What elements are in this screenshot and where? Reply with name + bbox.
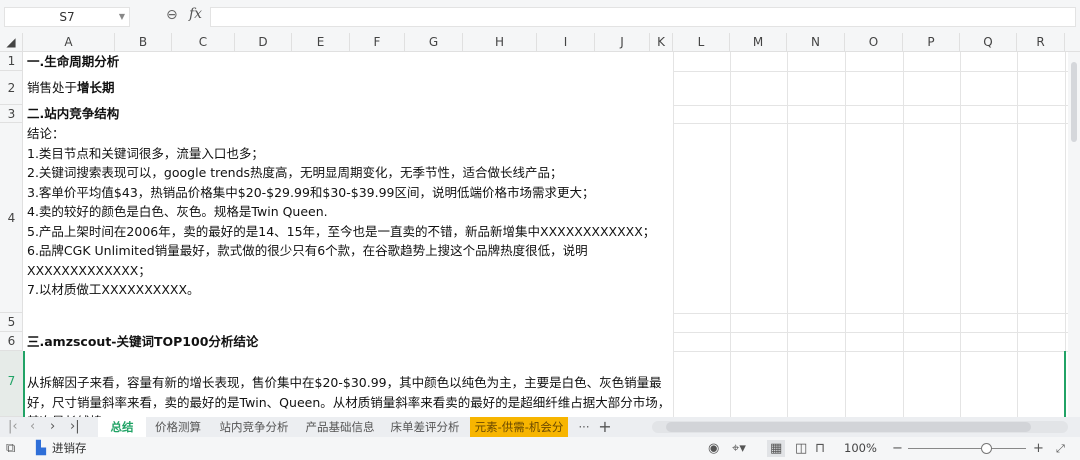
formula-input[interactable] <box>210 7 1076 27</box>
column-header[interactable]: F <box>350 33 405 52</box>
column-header[interactable]: A <box>23 33 115 52</box>
cell-line: XXXXXXXXXXXXX； <box>27 262 151 278</box>
fx-icon[interactable]: fx <box>189 6 202 22</box>
sheet-tab[interactable]: 站内竞争分析 <box>210 417 298 437</box>
column-header[interactable]: K <box>650 33 673 52</box>
row-header[interactable]: 1 <box>0 52 23 71</box>
gridline <box>960 52 961 417</box>
row-header[interactable]: 6 <box>0 332 23 351</box>
js-macro-icon[interactable]: ⧉ <box>6 440 15 457</box>
gridline <box>673 123 1073 124</box>
cell-line: 6.品牌CGK Unlimited销量最好，款式做的很少只有6个款，在谷歌趋势上… <box>27 243 588 258</box>
name-box[interactable]: S7 ▼ <box>4 7 130 27</box>
sheet-tab[interactable]: 元素-供需-机会分析 <box>470 417 568 454</box>
zoom-in-icon[interactable]: + <box>1033 440 1044 457</box>
column-header[interactable]: H <box>463 33 537 52</box>
gridline <box>673 332 1073 333</box>
last-sheet-icon[interactable]: ›| <box>70 417 80 437</box>
column-header[interactable]: B <box>115 33 172 52</box>
row-header-column: 1234567 <box>0 52 23 417</box>
zoom-level[interactable]: 100% <box>844 440 877 457</box>
column-header[interactable]: N <box>787 33 845 52</box>
gridline <box>730 52 731 417</box>
sheet-tab-bar: |‹ ‹ › ›| 总结 价格测算 站内竞争分析 产品基础信息 床单差评分析 元素-供需-… <box>0 417 1080 454</box>
cell-a6[interactable]: 三.amzscout-关键词TOP100分析结论 <box>27 332 258 352</box>
row-header[interactable]: 7 <box>0 351 23 417</box>
cell-line: 从拆解因子来看，容量有新的增长表现，售价集中在$20-$30.99，其中颜色以纯… <box>27 375 662 390</box>
next-sheet-icon[interactable]: › <box>50 417 55 437</box>
gridline <box>787 52 788 417</box>
column-header[interactable]: I <box>537 33 595 52</box>
sheet-tab[interactable]: 产品基础信息 <box>298 417 382 437</box>
column-header[interactable]: O <box>845 33 903 52</box>
normal-view-icon[interactable]: ▦ <box>767 440 786 457</box>
gridline <box>845 52 846 417</box>
selection-border <box>1064 351 1066 417</box>
formula-bar: S7 ▼ ⊖ fx <box>0 0 1080 33</box>
selection-border <box>23 351 25 417</box>
sheet-tab[interactable]: 总结 <box>98 417 146 437</box>
gridline <box>673 313 1073 314</box>
row-header[interactable]: 3 <box>0 105 23 123</box>
select-all-corner[interactable]: ◢ <box>0 33 23 52</box>
gridline <box>1017 52 1018 417</box>
horizontal-scrollbar[interactable] <box>652 421 1068 433</box>
cell-line: 3.客单价平均值$43，热销品价格集中$20-$29.99和$30-$39.99… <box>27 184 595 200</box>
column-header[interactable]: C <box>172 33 235 52</box>
status-bar: ⧉ ▙ 进销存 ◉ ⌖▾ ▦ ◫ ⊓ 100% − + ⤢ <box>0 437 1080 460</box>
gridline <box>903 52 904 417</box>
column-header[interactable]: Q <box>960 33 1017 52</box>
cell-a7[interactable]: 从拆解因子来看，容量有新的增长表现，售价集中在$20-$30.99，其中颜色以纯… <box>27 373 670 417</box>
prev-sheet-icon[interactable]: ‹ <box>30 417 35 437</box>
cell-line: 5.产品上架时间在2006年，卖的最好的是14、15年，至今也是一直卖的不错，新… <box>27 223 656 239</box>
column-header[interactable]: R <box>1017 33 1065 52</box>
cell-line: 1.类目节点和关键词很多，流量入口也多； <box>27 145 264 161</box>
page-layout-icon[interactable]: ◫ <box>795 440 807 457</box>
cell-a4[interactable]: 结论： 1.类目节点和关键词很多，流量入口也多； 2.关键词搜索表现可以，googl… <box>27 124 655 300</box>
column-header[interactable]: E <box>292 33 350 52</box>
first-sheet-icon[interactable]: |‹ <box>8 417 18 437</box>
gridline <box>673 105 1073 106</box>
zoom-out-icon[interactable]: − <box>892 440 903 457</box>
crosshair-icon[interactable]: ⌖▾ <box>732 440 746 457</box>
column-header[interactable]: M <box>730 33 787 52</box>
zoom-slider-handle[interactable] <box>981 443 993 454</box>
row-header[interactable]: 2 <box>0 71 23 105</box>
cell-line: 结论： <box>27 126 65 141</box>
cell-a3[interactable]: 二.站内竞争结构 <box>27 104 119 124</box>
sheet-tab[interactable]: 床单差评分析 <box>382 417 468 437</box>
add-sheet-button[interactable]: + <box>596 417 614 437</box>
cell-line: 4.卖的较好的颜色是白色、灰色。规格是Twin Queen. <box>27 204 328 219</box>
macro-label[interactable]: 进销存 <box>52 440 87 457</box>
sheet-tab[interactable]: 价格测算 <box>146 417 210 437</box>
gridline <box>673 52 674 417</box>
column-header[interactable]: D <box>235 33 292 52</box>
row-header[interactable]: 5 <box>0 313 23 332</box>
page-break-icon[interactable]: ⊓ <box>815 440 825 457</box>
zoom-search-icon[interactable]: ⊖ <box>166 7 178 23</box>
chevron-down-icon: ▼ <box>118 12 125 21</box>
row-header[interactable]: 4 <box>0 123 23 313</box>
column-header[interactable]: P <box>903 33 960 52</box>
cell-a1[interactable]: 一.生命周期分析 <box>27 52 119 72</box>
column-header[interactable]: L <box>673 33 730 52</box>
cell-line: 好，尺寸销量斜率来看，卖的最好的是Twin、Queen。从材质销量斜率来看卖的最… <box>27 394 671 410</box>
fullscreen-icon[interactable]: ⤢ <box>1056 440 1065 457</box>
more-sheets-button[interactable]: ··· <box>574 417 594 437</box>
zoom-slider[interactable] <box>908 443 1026 454</box>
cell-line: 7.以材质做工XXXXXXXXXX。 <box>27 282 200 297</box>
column-header-row: ◢ A B C D E F G H I J K L M N O P Q R <box>0 33 1080 52</box>
gridline <box>673 71 1073 72</box>
cell-a2[interactable]: 销售处于增长期 <box>27 78 115 98</box>
cell-line: 2.关键词搜索表现可以，google trends热度高，无明显周期变化，无季节… <box>27 165 563 180</box>
column-header[interactable]: G <box>405 33 463 52</box>
vertical-scrollbar[interactable] <box>1068 52 1080 417</box>
eye-protection-icon[interactable]: ◉ <box>708 440 719 457</box>
gridline <box>673 351 1073 352</box>
column-header[interactable]: J <box>595 33 650 52</box>
cart-icon: ▙ <box>36 441 46 456</box>
